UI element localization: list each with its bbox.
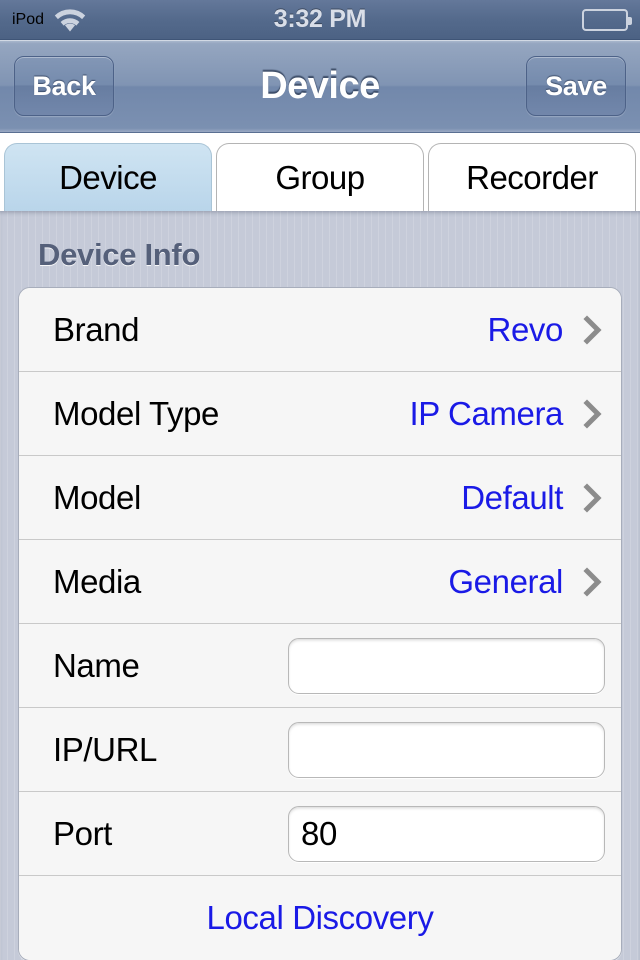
section-header-device-info: Device Info xyxy=(38,237,201,272)
battery-icon xyxy=(582,8,632,31)
row-label-model-type: Model Type xyxy=(53,394,219,432)
device-info-table: Brand Revo Model Type IP Camera Model De… xyxy=(18,287,622,960)
carrier-label: iPod xyxy=(12,10,45,28)
row-label-port: Port xyxy=(53,814,112,852)
tab-device[interactable]: Device xyxy=(4,143,212,211)
status-bar-right xyxy=(582,8,632,31)
save-button[interactable]: Save xyxy=(526,56,626,116)
tab-recorder[interactable]: Recorder xyxy=(428,143,636,211)
table-row-name: Name xyxy=(19,624,621,708)
row-label-brand: Brand xyxy=(53,310,140,348)
local-discovery-label: Local Discovery xyxy=(206,899,434,936)
name-input[interactable] xyxy=(288,637,605,694)
row-value-media: General xyxy=(448,562,563,600)
chevron-right-icon xyxy=(571,481,605,515)
status-bar-clock: 3:32 PM xyxy=(273,5,367,33)
row-label-media: Media xyxy=(53,562,141,600)
chevron-right-icon xyxy=(571,565,605,599)
table-row-model-type[interactable]: Model Type IP Camera xyxy=(19,372,621,456)
navigation-bar: Back Device Save xyxy=(0,40,640,133)
chevron-right-icon xyxy=(571,397,605,431)
table-row-ip-url: IP/URL xyxy=(19,708,621,792)
back-button[interactable]: Back xyxy=(14,56,114,116)
table-row-media[interactable]: Media General xyxy=(19,540,621,624)
status-bar: iPod 3:32 PM xyxy=(0,0,640,40)
row-value-brand: Revo xyxy=(487,310,564,348)
tab-bar: Device Group Recorder xyxy=(0,133,640,211)
row-label-model: Model xyxy=(53,478,141,516)
ip-url-input[interactable] xyxy=(288,721,605,778)
wifi-icon xyxy=(53,7,87,33)
table-row-port: Port 80 xyxy=(19,792,621,876)
port-input[interactable]: 80 xyxy=(288,805,605,862)
row-label-name: Name xyxy=(53,646,140,684)
tab-group[interactable]: Group xyxy=(216,143,424,211)
chevron-right-icon xyxy=(571,313,605,347)
table-row-brand[interactable]: Brand Revo xyxy=(19,288,621,372)
row-label-ip-url: IP/URL xyxy=(53,730,157,768)
row-value-model-type: IP Camera xyxy=(409,394,563,432)
row-value-model: Default xyxy=(461,478,563,516)
content-area: Device Info Brand Revo Model Type IP Cam… xyxy=(0,211,640,960)
local-discovery-button[interactable]: Local Discovery xyxy=(19,876,621,960)
status-bar-left: iPod xyxy=(12,7,87,33)
table-row-model[interactable]: Model Default xyxy=(19,456,621,540)
